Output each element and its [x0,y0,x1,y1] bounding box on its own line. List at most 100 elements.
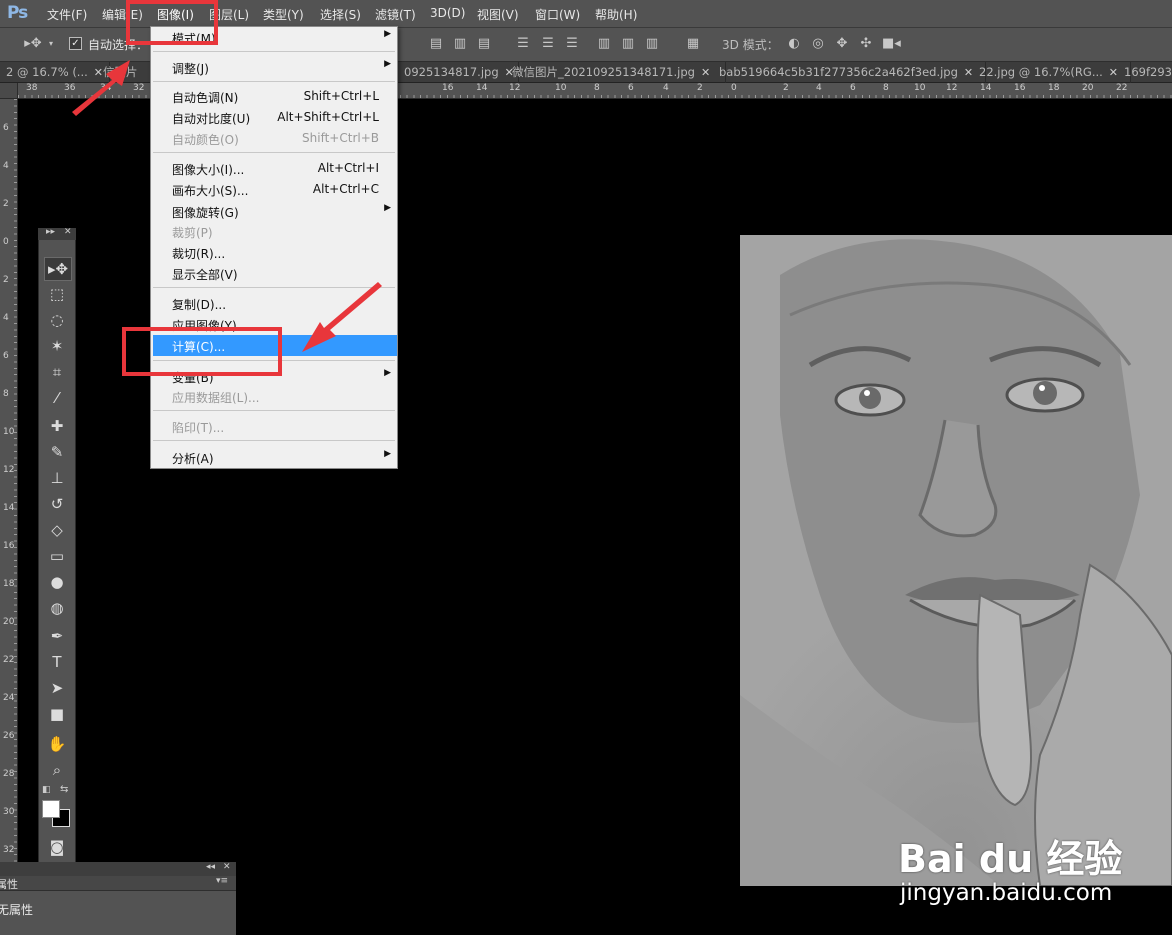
vertical-ruler[interactable]: 6 4 2 0 2 4 6 8 10 12 14 16 18 20 22 24 … [0,99,18,935]
ruler-label: 26 [3,731,15,741]
align-left-icon[interactable]: ▤ [428,37,444,51]
menu-item-auto-contrast[interactable]: 自动对比度(U) Alt+Shift+Ctrl+L [151,107,397,128]
gradient-tool-icon[interactable]: ▭ [44,545,70,567]
align-center-icon[interactable]: ▥ [452,37,468,51]
path-select-icon[interactable]: ➤ [44,677,70,699]
close-icon[interactable]: ✕ [1109,66,1118,79]
distribute-left-icon[interactable]: ▥ [596,37,612,51]
lasso-tool-icon[interactable]: ◌ [44,309,70,331]
menu-item-trim[interactable]: 裁切(R)... [151,242,397,263]
ruler-label: 12 [509,83,521,93]
distribute-middle-icon[interactable]: ☰ [540,37,556,51]
3d-roll-icon[interactable]: ◎ [810,37,826,51]
quick-mask-icon[interactable]: ◙ [44,836,70,858]
auto-align-icon[interactable]: ▦ [685,37,701,51]
ruler-label: 6 [3,351,9,361]
menu-view[interactable]: 视图(V) [477,6,519,23]
properties-panel-header[interactable]: ◂◂ ✕ [0,862,236,876]
tab-doc-6[interactable]: 22.jpg @ 16.7%(RG... ✕ [973,62,1131,83]
toolbox-header[interactable]: ▸▸ ✕ [38,227,76,240]
eraser-tool-icon[interactable]: ◇ [44,519,70,541]
move-tool-icon[interactable]: ▸✥ [44,257,72,281]
portrait-image [740,239,1172,886]
ruler-label: 32 [3,845,15,855]
menu-item-analysis[interactable]: 分析(A) ▶ [151,447,397,468]
image-menu-dropdown: 模式(M) ▶ 调整(J) ▶ 自动色调(N) Shift+Ctrl+L 自动对比度(… [150,26,398,469]
swap-colors-icon[interactable]: ⇆ [60,784,68,795]
crop-tool-icon[interactable]: ⌗ [44,361,70,383]
close-icon[interactable]: ✕ [223,862,231,872]
ruler-corner[interactable] [0,83,18,99]
hand-tool-icon[interactable]: ✋ [44,733,70,755]
ruler-label: 12 [3,465,15,475]
3d-scale-icon[interactable]: ■◂ [882,37,901,51]
menu-file[interactable]: 文件(F) [47,6,87,23]
type-tool-icon[interactable]: T [44,651,70,673]
history-brush-icon[interactable]: ↺ [44,493,70,515]
menu-item-image-rotation[interactable]: 图像旋转(G) ▶ [151,201,397,222]
watermark-url: jingyan.baidu.com [900,880,1113,906]
tool-list: ▸✥ ⬚ ◌ ✶ ⌗ ⁄ ✚ ✎ ⊥ ↺ ◇ ▭ ● ◍ ✒ T ➤ ■ ✋ ⌕… [38,240,76,888]
menu-separator [153,81,395,82]
menu-item-auto-color: 自动颜色(O) Shift+Ctrl+B [172,131,379,147]
collapse-icon[interactable]: ◂◂ [206,862,215,872]
canvas-image[interactable] [740,235,1172,886]
submenu-arrow-icon: ▶ [384,59,391,69]
menu-item-adjustments[interactable]: 调整(J) ▶ [151,57,397,78]
zoom-tool-icon[interactable]: ⌕ [44,759,70,781]
eyedropper-icon[interactable]: ⁄ [44,387,70,409]
menu-item-image-size[interactable]: 图像大小(I)... Alt+Ctrl+I [151,158,397,179]
3d-slide-icon[interactable]: ✣ [858,37,874,51]
tab-doc-4[interactable]: 微信图片_20210925134817​1.jpg ✕ [506,62,726,83]
tab-doc-7[interactable]: 169f293 [1118,62,1172,83]
menu-help[interactable]: 帮助(H) [595,6,637,23]
ruler-label: 4 [3,161,9,171]
menu-3d[interactable]: 3D(D) [430,6,465,20]
menu-filter[interactable]: 滤镜(T) [375,6,416,23]
ruler-label: 24 [3,693,15,703]
submenu-arrow-icon: ▶ [384,368,391,378]
ruler-label: 18 [3,579,15,589]
ruler-label: 12 [946,83,958,93]
dropdown-arrow-icon[interactable]: ▾ [46,37,56,51]
panel-menu-icon[interactable]: ▾≡ [216,876,228,886]
dodge-tool-icon[interactable]: ◍ [44,597,70,619]
distribute-bottom-icon[interactable]: ☰ [564,37,580,51]
ruler-label: 18 [1048,83,1060,93]
move-tool-icon[interactable]: ▸✥ [22,37,44,51]
menu-item-canvas-size[interactable]: 画布大小(S)... Alt+Ctrl+C [151,179,397,200]
menu-item-apply-data-set: 应用数据组(L)... [172,391,260,405]
ruler-label: 8 [883,83,889,93]
distribute-top-icon[interactable]: ☰ [515,37,531,51]
close-icon[interactable]: ✕ [701,66,710,79]
3d-pan-icon[interactable]: ✥ [834,37,850,51]
auto-select-checkbox[interactable]: ✓ [69,37,82,50]
close-icon[interactable]: ✕ [964,66,973,79]
marquee-tool-icon[interactable]: ⬚ [44,283,70,305]
default-colors-icon[interactable]: ◧ [42,785,51,795]
tab-doc-5[interactable]: bab519664c5b31f277356c2a462f3ed.jpg ✕ [713,62,986,83]
properties-tab[interactable]: 属性 ▾≡ [0,876,236,891]
foreground-color-swatch[interactable] [42,800,60,818]
ruler-label: 16 [3,541,15,551]
stamp-tool-icon[interactable]: ⊥ [44,467,70,489]
distribute-hcenter-icon[interactable]: ▥ [620,37,636,51]
menu-type[interactable]: 类型(Y) [263,6,304,23]
tab-doc-3[interactable]: 0925134817.jpg ✕ [398,62,519,83]
menu-item-crop: 裁剪(P) [172,226,213,240]
3d-rotate-icon[interactable]: ◐ [786,37,802,51]
collapse-icon[interactable]: ▸▸ [46,227,55,237]
menu-select[interactable]: 选择(S) [320,6,361,23]
healing-brush-icon[interactable]: ✚ [44,415,70,437]
menu-window[interactable]: 窗口(W) [535,6,580,23]
tab-label: 微信图片_20210925134817​1.jpg [512,65,695,79]
pen-tool-icon[interactable]: ✒ [44,625,70,647]
close-icon[interactable]: ✕ [64,227,72,237]
menu-item-auto-tone[interactable]: 自动色调(N) Shift+Ctrl+L [151,86,397,107]
blur-tool-icon[interactable]: ● [44,571,70,593]
brush-tool-icon[interactable]: ✎ [44,441,70,463]
shape-tool-icon[interactable]: ■ [44,703,70,725]
magic-wand-icon[interactable]: ✶ [44,335,70,357]
distribute-right-icon[interactable]: ▥ [644,37,660,51]
align-right-icon[interactable]: ▤ [476,37,492,51]
